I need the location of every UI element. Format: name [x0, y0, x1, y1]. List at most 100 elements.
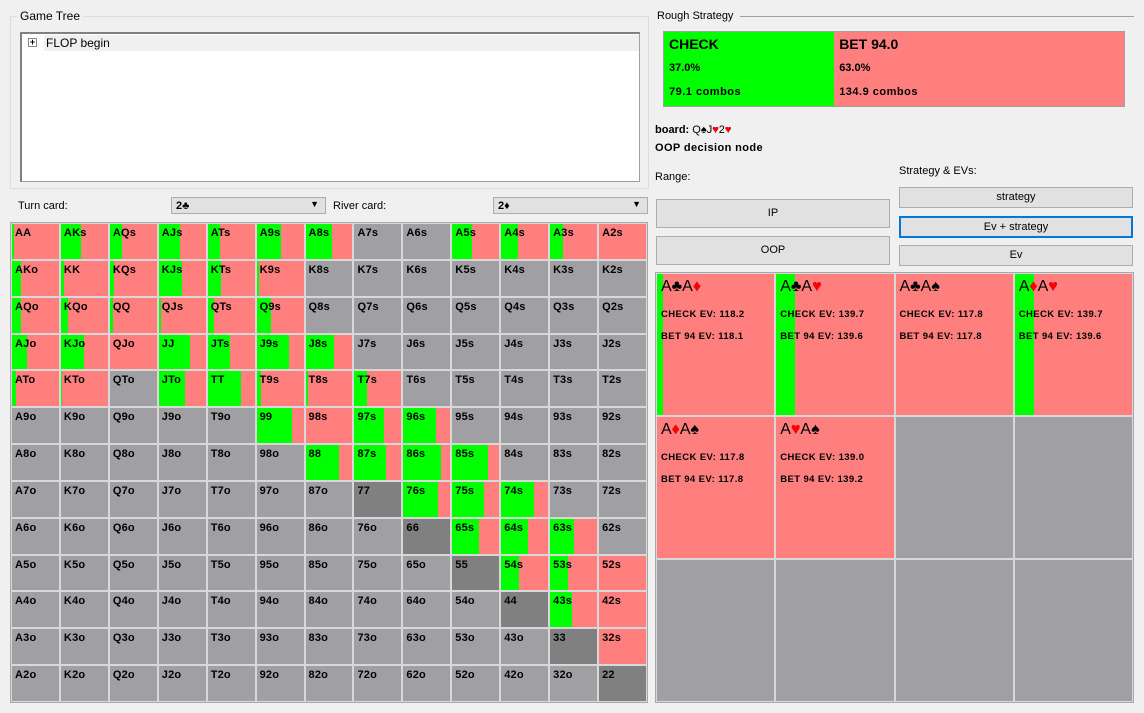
hand-cell-62s[interactable]: 62s [599, 518, 646, 554]
hand-cell-A6o[interactable]: A6o [12, 518, 59, 554]
hand-cell-K3o[interactable]: K3o [60, 629, 108, 665]
hand-cell-63o[interactable]: 63o [403, 629, 451, 665]
hand-cell-53o[interactable]: 53o [452, 629, 500, 665]
hand-cell-J8o[interactable]: J8o [158, 445, 206, 480]
hand-cell-85o[interactable]: 85o [305, 555, 353, 591]
hand-cell-K2s[interactable]: K2s [599, 260, 646, 296]
hand-cell-T3s[interactable]: T3s [550, 371, 598, 407]
ev-button[interactable]: Ev [899, 245, 1133, 266]
expand-icon[interactable]: + [28, 38, 37, 47]
hand-cell-A8o[interactable]: A8o [12, 445, 59, 480]
hand-cell-Q8s[interactable]: Q8s [305, 297, 353, 333]
turn-card-select[interactable]: 2♣ ▼ [171, 197, 326, 214]
hand-cell-J3o[interactable]: J3o [158, 629, 206, 665]
hand-cell-K6s[interactable]: K6s [403, 260, 451, 296]
hand-cell-K5o[interactable]: K5o [60, 555, 108, 591]
hand-cell-K7o[interactable]: K7o [60, 481, 108, 517]
hand-cell-J9s[interactable]: J9s [256, 334, 304, 370]
hand-cell-K4s[interactable]: K4s [501, 260, 549, 296]
hand-cell-A4s[interactable]: A4s [501, 224, 549, 259]
hand-cell-Q7o[interactable]: Q7o [109, 481, 157, 517]
hand-cell-TT[interactable]: TT [207, 371, 255, 407]
hand-cell-54s[interactable]: 54s [501, 555, 549, 591]
hand-cell-QTo[interactable]: QTo [109, 371, 157, 407]
hand-cell-43o[interactable]: 43o [501, 629, 549, 665]
hand-cell-J5s[interactable]: J5s [452, 334, 500, 370]
hand-cell-K2o[interactable]: K2o [60, 666, 108, 701]
hand-cell-AKs[interactable]: AKs [60, 224, 108, 259]
hand-cell-Q9o[interactable]: Q9o [109, 408, 157, 444]
hand-cell-77[interactable]: 77 [354, 481, 402, 517]
hand-cell-84s[interactable]: 84s [501, 445, 549, 480]
hand-cell-T5s[interactable]: T5s [452, 371, 500, 407]
hand-cell-84o[interactable]: 84o [305, 592, 353, 628]
hand-cell-92o[interactable]: 92o [256, 666, 304, 701]
hand-cell-65s[interactable]: 65s [452, 518, 500, 554]
hand-cell-Q2o[interactable]: Q2o [109, 666, 157, 701]
hand-cell-T9o[interactable]: T9o [207, 408, 255, 444]
hand-cell-97o[interactable]: 97o [256, 481, 304, 517]
game-tree-view[interactable]: + FLOP begin [20, 32, 640, 182]
hand-cell-42s[interactable]: 42s [599, 592, 646, 628]
hand-cell-87s[interactable]: 87s [354, 445, 402, 480]
hand-cell-K9o[interactable]: K9o [60, 408, 108, 444]
hand-cell-J2o[interactable]: J2o [158, 666, 206, 701]
hand-cell-AA[interactable]: AA [12, 224, 59, 259]
hand-cell-87o[interactable]: 87o [305, 481, 353, 517]
hand-cell-66[interactable]: 66 [403, 518, 451, 554]
hand-cell-94s[interactable]: 94s [501, 408, 549, 444]
tree-node-flop-begin[interactable]: + FLOP begin [22, 35, 639, 51]
hand-cell-KK[interactable]: KK [60, 260, 108, 296]
hand-cell-JTo[interactable]: JTo [158, 371, 206, 407]
hand-cell-A9o[interactable]: A9o [12, 408, 59, 444]
hand-cell-J4s[interactable]: J4s [501, 334, 549, 370]
hand-cell-33[interactable]: 33 [550, 629, 598, 665]
hand-cell-T6s[interactable]: T6s [403, 371, 451, 407]
hand-cell-KQo[interactable]: KQo [60, 297, 108, 333]
hand-cell-95o[interactable]: 95o [256, 555, 304, 591]
hand-cell-J9o[interactable]: J9o [158, 408, 206, 444]
hand-cell-T7s[interactable]: T7s [354, 371, 402, 407]
hand-cell-Q8o[interactable]: Q8o [109, 445, 157, 480]
hand-cell-43s[interactable]: 43s [550, 592, 598, 628]
hand-cell-AJs[interactable]: AJs [158, 224, 206, 259]
hand-cell-T4s[interactable]: T4s [501, 371, 549, 407]
hand-cell-98s[interactable]: 98s [305, 408, 353, 444]
hand-cell-42o[interactable]: 42o [501, 666, 549, 701]
hand-cell-J4o[interactable]: J4o [158, 592, 206, 628]
hand-cell-96s[interactable]: 96s [403, 408, 451, 444]
hand-cell-Q5o[interactable]: Q5o [109, 555, 157, 591]
hand-cell-A7o[interactable]: A7o [12, 481, 59, 517]
hand-cell-52s[interactable]: 52s [599, 555, 646, 591]
hand-cell-AQs[interactable]: AQs [109, 224, 157, 259]
hand-cell-T7o[interactable]: T7o [207, 481, 255, 517]
ev-strategy-button[interactable]: Ev + strategy [899, 216, 1133, 238]
hand-cell-T2o[interactable]: T2o [207, 666, 255, 701]
hand-cell-A5s[interactable]: A5s [452, 224, 500, 259]
hand-cell-82s[interactable]: 82s [599, 445, 646, 480]
hand-cell-32o[interactable]: 32o [550, 666, 598, 701]
hand-cell-Q4s[interactable]: Q4s [501, 297, 549, 333]
range-oop-button[interactable]: OOP [656, 236, 890, 265]
hand-cell-AKo[interactable]: AKo [12, 260, 59, 296]
hand-cell-99[interactable]: 99 [256, 408, 304, 444]
hand-cell-K9s[interactable]: K9s [256, 260, 304, 296]
hand-cell-J6s[interactable]: J6s [403, 334, 451, 370]
range-ip-button[interactable]: IP [656, 199, 890, 228]
hand-cell-Q4o[interactable]: Q4o [109, 592, 157, 628]
hand-cell-32s[interactable]: 32s [599, 629, 646, 665]
hand-cell-52o[interactable]: 52o [452, 666, 500, 701]
hand-cell-Q2s[interactable]: Q2s [599, 297, 646, 333]
strategy-button[interactable]: strategy [899, 187, 1133, 208]
hand-cell-75s[interactable]: 75s [452, 481, 500, 517]
hand-cell-65o[interactable]: 65o [403, 555, 451, 591]
hand-cell-Q9s[interactable]: Q9s [256, 297, 304, 333]
hand-cell-J6o[interactable]: J6o [158, 518, 206, 554]
hand-cell-98o[interactable]: 98o [256, 445, 304, 480]
hand-cell-75o[interactable]: 75o [354, 555, 402, 591]
hand-cell-J7s[interactable]: J7s [354, 334, 402, 370]
hand-cell-82o[interactable]: 82o [305, 666, 353, 701]
hand-cell-QJo[interactable]: QJo [109, 334, 157, 370]
hand-cell-74o[interactable]: 74o [354, 592, 402, 628]
hand-cell-T3o[interactable]: T3o [207, 629, 255, 665]
